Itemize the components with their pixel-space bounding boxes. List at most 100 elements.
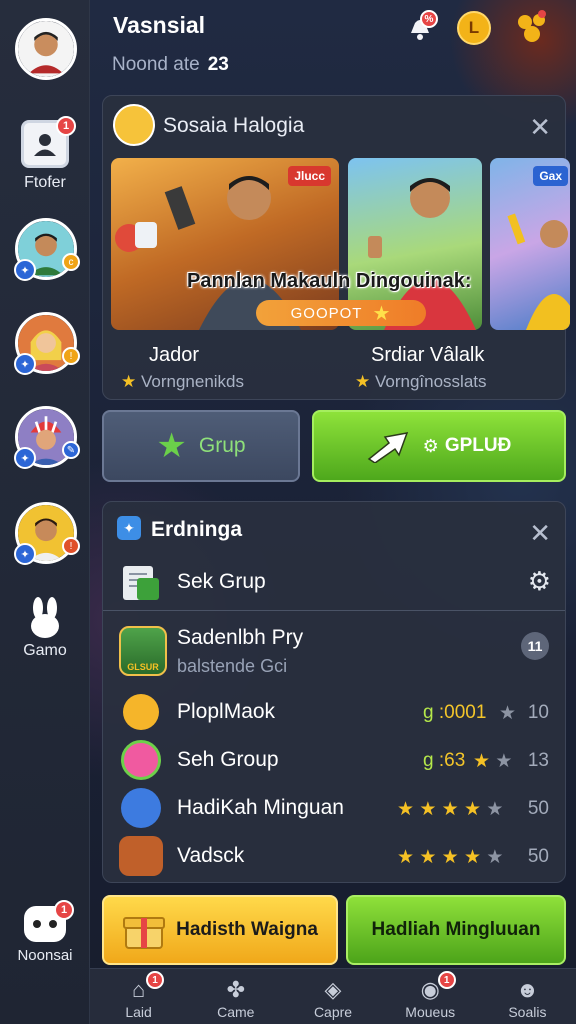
contact-avatar-4[interactable]: ✦ ! [14, 502, 80, 565]
game-button[interactable] [24, 596, 66, 640]
status-icon: ✦ [14, 447, 36, 469]
nav-item-social[interactable]: ☻ Soalis [479, 969, 576, 1024]
nav-badge: 1 [146, 971, 164, 989]
star-icon: ★ [156, 427, 187, 465]
star-icon: ★ [419, 847, 437, 868]
gplup-button[interactable]: ⚙ GPLUÐ [312, 410, 566, 482]
divider [103, 610, 565, 611]
featured-overlay-text: Pannlan Makauln Dingouinak: [187, 270, 472, 292]
profile-avatar[interactable] [15, 18, 77, 80]
status-icon: ✦ [14, 259, 36, 281]
star-icon: ★ [441, 799, 459, 820]
featured-card-3[interactable]: Gax [490, 158, 570, 330]
puzzle-icon: ✤ [226, 977, 246, 1002]
edit-icon: ✎ [62, 441, 80, 459]
document-icon [123, 566, 159, 600]
gifts-button[interactable] [514, 10, 550, 46]
gift-button[interactable]: Hadisth Waigna [102, 895, 338, 965]
caption-sub-2: ★ Vorngînosslats [355, 372, 487, 392]
subtitle-value: 23 [207, 54, 229, 75]
sek-grup-label: Sek Grup [177, 570, 266, 593]
people-icon: ☻ [515, 977, 539, 1002]
caption-name-2: Srdiar Vâlalk [371, 344, 485, 366]
hadiah-label: Hadliah Mingluuan [371, 919, 541, 940]
goopot-label: GOOPOT [290, 304, 363, 322]
caption-name-1: Jador [149, 344, 200, 366]
settings-gear-icon[interactable]: ⚙ [528, 566, 551, 597]
card-tag: Jlucc [288, 166, 331, 186]
notification-bell-button[interactable]: % [402, 10, 438, 46]
star-icon: ★ [486, 847, 504, 868]
gift-icon: g [423, 702, 434, 723]
star-icon: ★ [121, 372, 137, 391]
nav-label: Came [217, 1004, 255, 1020]
star-icon: ★ [463, 799, 482, 820]
group-stars: ★ [499, 702, 516, 725]
coin-icon: c [62, 253, 80, 271]
star-icon: ★ [419, 799, 437, 820]
group-value: g :0001 [423, 702, 486, 724]
group-value-text: :0001 [438, 702, 487, 723]
nav-item-home[interactable]: ⌂ Laid 1 [90, 969, 187, 1024]
group-name: Vadsck [177, 844, 245, 867]
caption-sub-text: Vorngnenikds [140, 372, 245, 391]
close-icon[interactable]: ✕ [529, 114, 551, 140]
gift-box-icon [123, 917, 166, 949]
group-name: PloplMaok [177, 700, 276, 723]
hadiah-button[interactable]: Hadliah Mingluuan [346, 895, 566, 965]
featured-panel: Sosaia Halogia ✕ Jlucc Gax Jador ★ Vorng… [102, 95, 570, 400]
group-row[interactable]: GLSUR Sadenlbh Pry balstende Gci 11 [103, 620, 565, 684]
avatar-image [18, 21, 74, 77]
star-icon: ★ [441, 847, 459, 868]
star-icon: ★ [397, 847, 415, 868]
contact-avatar-3[interactable]: ✦ ✎ [14, 406, 80, 469]
game-thumb-icon: GLSUR [119, 626, 167, 676]
coin-button[interactable]: L [456, 10, 492, 46]
contact-avatar-1[interactable]: ✦ c [14, 218, 80, 281]
group-num: 13 [527, 750, 549, 771]
group-row[interactable]: Seh Group g :63 ★ ★ 13 [103, 738, 565, 782]
notifications-badge: 1 [54, 900, 74, 920]
nav-label: Moueus [405, 1004, 456, 1020]
bunny-icon [31, 597, 59, 638]
star-icon: ★ [499, 703, 517, 724]
capture-icon: ◈ [324, 977, 342, 1002]
close-icon[interactable]: ✕ [529, 520, 551, 546]
nav-item-capture[interactable]: ◈ Capre [284, 969, 381, 1024]
group-panel-icon: ✦ [117, 516, 141, 540]
alert-icon: ! [62, 347, 80, 365]
group-name: Seh Group [177, 748, 279, 771]
star-icon: ★ [397, 799, 415, 820]
star-icon: ★ [495, 751, 513, 772]
arrow-icon [367, 432, 408, 463]
group-stars: ★ ★ ★ ★ ★ [397, 846, 503, 869]
friends-badge: 1 [56, 116, 76, 136]
nav-label: Capre [313, 1004, 353, 1020]
camera-icon: ◉ [420, 977, 440, 1002]
sek-grup-row[interactable]: Sek Grup ⚙ [103, 556, 565, 608]
contact-avatar-2[interactable]: ✦ ! [14, 312, 80, 375]
nav-item-game[interactable]: ✤ Came [187, 969, 284, 1024]
caption-sub-1: ★ Vorngnenikds [121, 372, 244, 392]
bottom-nav: ⌂ Laid 1 ✤ Came ◈ Capre ◉ Moueus 1 ☻ Soa… [90, 968, 576, 1024]
nav-badge: 1 [437, 971, 456, 989]
app-title: Vasnsial [113, 12, 206, 38]
subtitle-label: Noond ate [112, 54, 200, 75]
chat-icon [33, 920, 57, 928]
card-tag: Gax [533, 166, 568, 186]
featured-title: Sosaia Halogia [163, 114, 305, 137]
group-row[interactable]: PloplMaok g :0001 ★ 10 [103, 690, 565, 734]
grup-button[interactable]: ★ Grup [102, 410, 300, 482]
group-name: HadiKah Minguan [177, 796, 344, 819]
home-icon: ⌂ [131, 977, 146, 1002]
group-value-text: :63 [438, 750, 466, 771]
nav-item-camera[interactable]: ◉ Moueus 1 [382, 969, 479, 1024]
header-subtitle: Noond ate 23 [112, 54, 229, 76]
bell-badge: % [420, 10, 438, 28]
goopot-badge[interactable]: GOOPOT ★ [256, 300, 426, 326]
star-icon: ★ [486, 799, 504, 820]
smiley-icon [123, 694, 159, 730]
group-row[interactable]: HadiKah Minguan ★ ★ ★ ★ ★ 50 [103, 786, 565, 830]
group-row[interactable]: Vadsck ★ ★ ★ ★ ★ 50 [103, 834, 565, 878]
gplup-label: GPLUÐ [444, 435, 512, 456]
